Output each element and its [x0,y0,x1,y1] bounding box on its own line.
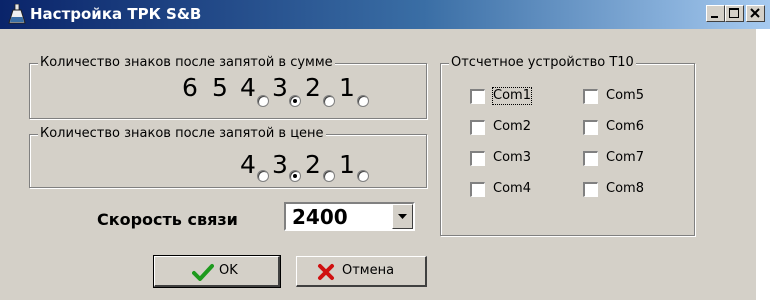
cancel-x-icon [318,264,334,280]
settings-dialog: Настройка ТРК S&B Количество знаков посл… [0,0,770,300]
price-digit-3: 3 [272,150,288,179]
sum-radio-2[interactable] [323,95,335,107]
close-button[interactable] [746,5,765,22]
title-bar[interactable]: Настройка ТРК S&B [0,0,770,29]
maximize-icon [729,8,739,18]
com3-label[interactable]: Com3 [493,150,531,166]
com4-label[interactable]: Com4 [493,181,531,197]
price-digit-1: 1 [339,150,355,179]
ok-button[interactable]: OK [153,255,281,288]
sum-radio-3[interactable] [289,95,301,107]
com6-label[interactable]: Com6 [606,119,644,135]
window-title: Настройка ТРК S&B [30,5,202,23]
com7-label[interactable]: Com7 [606,150,644,166]
com5-checkbox[interactable] [583,89,598,104]
speed-value: 2400 [292,205,348,229]
price-digit-4: 4 [240,150,256,179]
counter-device-legend: Отсчетное устройство Т10 [449,55,636,71]
com5-label[interactable]: Com5 [606,88,644,104]
sum-radio-4[interactable] [257,95,269,107]
app-icon [8,4,26,24]
sum-digit-1: 1 [339,73,355,102]
minimize-button[interactable] [706,5,725,22]
com1-checkbox[interactable] [470,89,485,104]
com2-label[interactable]: Com2 [493,119,531,135]
speed-dropdown-button[interactable] [392,204,413,229]
cancel-label: Отмена [342,263,395,278]
price-radio-2[interactable] [323,170,335,182]
window-edge [756,29,770,300]
checkmark-icon [192,264,214,281]
maximize-button[interactable] [725,5,744,22]
com8-label[interactable]: Com8 [606,181,644,197]
com2-checkbox[interactable] [470,120,485,135]
sum-digit-6: 6 [182,73,198,102]
sum-decimals-group: Количество знаков после запятой в сумме [29,55,427,119]
price-radio-4[interactable] [257,170,269,182]
com4-checkbox[interactable] [470,182,485,197]
com6-checkbox[interactable] [583,120,598,135]
price-radio-1[interactable] [357,170,369,182]
chevron-down-icon [398,214,407,219]
sum-radio-1[interactable] [357,95,369,107]
speed-combobox[interactable]: 2400 [284,202,415,231]
sum-digit-4: 4 [240,73,256,102]
sum-decimals-legend: Количество знаков после запятой в сумме [38,55,335,71]
com3-checkbox[interactable] [470,151,485,166]
com1-label[interactable]: Com1 [492,87,532,105]
minimize-icon [711,16,718,18]
close-icon [750,8,760,18]
sum-digit-2: 2 [305,73,321,102]
com8-checkbox[interactable] [583,182,598,197]
ok-label: OK [219,263,238,278]
speed-label: Скорость связи [97,210,238,229]
price-decimals-legend: Количество знаков после запятой в цене [38,126,326,142]
sum-digit-5: 5 [212,73,228,102]
cancel-button[interactable]: Отмена [296,256,427,287]
com7-checkbox[interactable] [583,151,598,166]
sum-digit-3: 3 [272,73,288,102]
price-radio-3[interactable] [289,170,301,182]
price-digit-2: 2 [305,150,321,179]
